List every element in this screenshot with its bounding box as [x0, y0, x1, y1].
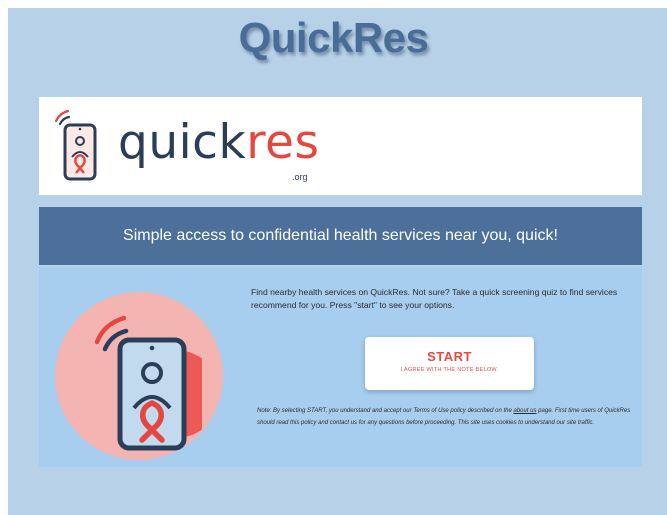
phone-ribbon-illustration-icon — [94, 315, 202, 451]
start-button-sublabel: I AGREE WITH THE NOTE BELOW. — [400, 367, 499, 373]
start-button[interactable]: START I AGREE WITH THE NOTE BELOW. — [365, 337, 534, 390]
page-title: QuickRes — [238, 14, 429, 61]
logo-banner: quickres .org — [39, 97, 642, 195]
main-content: Find nearby health services on QuickRes.… — [39, 267, 642, 467]
tagline-text: Simple access to confidential health ser… — [123, 227, 558, 244]
phone-ribbon-icon — [54, 109, 97, 181]
note-text-before: Note: By selecting START, you understand… — [257, 408, 514, 414]
about-us-link[interactable]: about us — [513, 408, 536, 414]
logo-domain: .org — [292, 172, 308, 182]
start-button-label: START — [427, 349, 472, 364]
logo-quick: quick — [118, 115, 247, 170]
logo-wordmark: quickres — [118, 115, 319, 170]
terms-note: Note: By selecting START, you understand… — [257, 405, 642, 429]
logo-res: res — [246, 115, 320, 170]
intro-text: Find nearby health services on QuickRes.… — [251, 287, 618, 310]
tagline-banner: Simple access to confidential health ser… — [39, 207, 642, 265]
